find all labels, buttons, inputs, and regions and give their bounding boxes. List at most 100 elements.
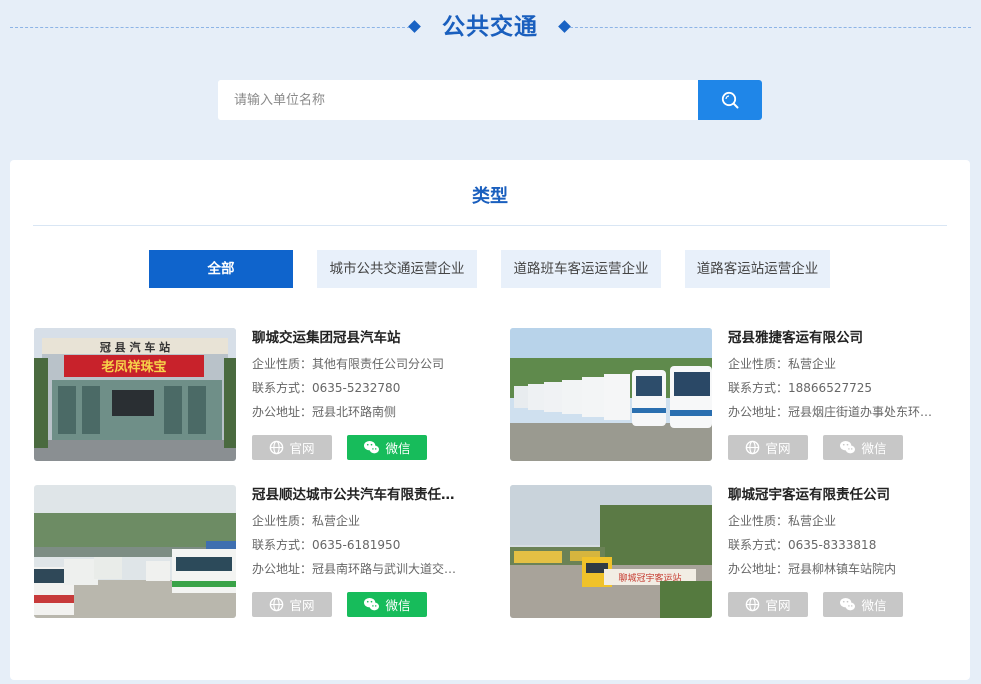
tab-all[interactable]: 全部 xyxy=(149,250,293,288)
company-photo[interactable]: 冠 县 汽 车 站 老凤祥珠宝 xyxy=(34,328,236,461)
wechat-button[interactable]: 微信 xyxy=(823,592,903,617)
company-address: 办公地址：冠县北环路南侧 xyxy=(252,404,468,428)
contact-value: 0635-8333818 xyxy=(788,538,877,552)
company-panel: 类型 全部 城市公共交通运营企业 道路班车客运运营企业 道路客运站运营企业 冠 … xyxy=(10,160,970,680)
company-nature: 企业性质：其他有限责任公司分公司 xyxy=(252,356,468,380)
website-label: 官网 xyxy=(289,441,315,456)
wechat-button[interactable]: 微信 xyxy=(347,435,427,460)
company-address: 办公地址：冠县柳林镇车站院内 xyxy=(728,561,944,585)
company-info: 聊城交运集团冠县汽车站 企业性质：其他有限责任公司分公司 联系方式：0635-5… xyxy=(252,328,474,428)
contact-label: 联系方式： xyxy=(252,538,313,552)
contact-value: 18866527725 xyxy=(788,381,872,395)
contact-value: 0635-5232780 xyxy=(312,381,401,395)
nature-label: 企业性质： xyxy=(728,514,789,528)
card-buttons: 官网 微信 xyxy=(728,592,950,617)
address-label: 办公地址： xyxy=(728,562,789,576)
diamond-icon xyxy=(558,20,571,33)
company-photo[interactable] xyxy=(34,485,236,618)
tab-shuttle-bus-operators[interactable]: 道路班车客运运营企业 xyxy=(501,250,661,288)
search-input[interactable] xyxy=(218,80,698,120)
section-divider xyxy=(33,225,947,226)
card-buttons: 官网 微信 xyxy=(252,435,474,460)
company-nature: 企业性质：私营企业 xyxy=(728,513,944,537)
website-label: 官网 xyxy=(765,598,791,613)
photo-sign-text: 冠 县 汽 车 站 xyxy=(100,340,170,354)
card-buttons: 官网 微信 xyxy=(252,592,474,617)
tab-bus-station-operators[interactable]: 道路客运站运营企业 xyxy=(685,250,830,288)
website-label: 官网 xyxy=(765,441,791,456)
company-card: 冠县顺达城市公共汽车有限责任… 企业性质：私营企业 联系方式：0635-6181… xyxy=(34,485,474,619)
address-value: 冠县北环路南侧 xyxy=(312,405,397,419)
wechat-icon xyxy=(839,440,856,455)
company-card: 聊城冠宇客运站 聊城冠宇客运有限责任公司 企业性质：私营企业 联系方式：0635… xyxy=(510,485,950,619)
nature-value: 私营企业 xyxy=(312,514,361,528)
address-label: 办公地址： xyxy=(252,405,313,419)
nature-label: 企业性质： xyxy=(252,357,313,371)
contact-label: 联系方式： xyxy=(252,381,313,395)
address-value: 冠县烟庄街道办事处东环路… xyxy=(788,405,944,419)
filter-tabs: 全部 城市公共交通运营企业 道路班车客运运营企业 道路客运站运营企业 xyxy=(10,250,970,288)
company-contact: 联系方式：18866527725 xyxy=(728,380,944,404)
globe-icon xyxy=(269,597,284,612)
search-box xyxy=(218,80,762,120)
address-value: 冠县柳林镇车站院内 xyxy=(788,562,897,576)
company-name[interactable]: 聊城冠宇客运有限责任公司 xyxy=(728,485,950,505)
website-button[interactable]: 官网 xyxy=(252,592,332,617)
company-address: 办公地址：冠县烟庄街道办事处东环路… xyxy=(728,404,944,428)
company-info: 冠县顺达城市公共汽车有限责任… 企业性质：私营企业 联系方式：0635-6181… xyxy=(252,485,474,585)
contact-value: 0635-6181950 xyxy=(312,538,401,552)
company-info: 聊城冠宇客运有限责任公司 企业性质：私营企业 联系方式：0635-8333818… xyxy=(728,485,950,585)
search-button[interactable] xyxy=(698,80,762,120)
search-icon xyxy=(721,91,739,109)
address-value: 冠县南环路与武训大道交叉… xyxy=(312,562,468,576)
company-contact: 联系方式：0635-8333818 xyxy=(728,537,944,561)
panel-bottom-edge xyxy=(10,680,970,684)
company-name[interactable]: 冠县雅捷客运有限公司 xyxy=(728,328,950,348)
company-photo[interactable] xyxy=(510,328,712,461)
website-label: 官网 xyxy=(289,598,315,613)
wechat-button[interactable]: 微信 xyxy=(823,435,903,460)
company-name[interactable]: 聊城交运集团冠县汽车站 xyxy=(252,328,474,348)
nature-label: 企业性质： xyxy=(728,357,789,371)
page-title: 公共交通 xyxy=(442,14,538,40)
company-name[interactable]: 冠县顺达城市公共汽车有限责任… xyxy=(252,485,474,505)
photo-banner-text: 老凤祥珠宝 xyxy=(100,359,166,375)
nature-label: 企业性质： xyxy=(252,514,313,528)
company-address: 办公地址：冠县南环路与武训大道交叉… xyxy=(252,561,468,585)
address-label: 办公地址： xyxy=(252,562,313,576)
company-photo[interactable]: 聊城冠宇客运站 xyxy=(510,485,712,618)
header-dashed-line-right xyxy=(570,27,971,28)
wechat-label: 微信 xyxy=(861,441,887,456)
globe-icon xyxy=(745,597,760,612)
wechat-icon xyxy=(363,597,380,612)
wechat-button[interactable]: 微信 xyxy=(347,592,427,617)
nature-value: 私营企业 xyxy=(788,357,837,371)
section-title: 类型 xyxy=(472,186,508,207)
card-buttons: 官网 微信 xyxy=(728,435,950,460)
address-label: 办公地址： xyxy=(728,405,789,419)
globe-icon xyxy=(269,440,284,455)
page-header: 公共交通 xyxy=(0,0,981,56)
nature-value: 其他有限责任公司分公司 xyxy=(312,357,445,371)
tab-city-bus-operators[interactable]: 城市公共交通运营企业 xyxy=(317,250,477,288)
wechat-label: 微信 xyxy=(385,441,411,456)
contact-label: 联系方式： xyxy=(728,538,789,552)
header-dashed-line-left xyxy=(10,27,410,28)
company-card: 冠 县 汽 车 站 老凤祥珠宝 聊城交运集团冠县汽车站 企业性质：其他有限责任公… xyxy=(34,328,474,462)
nature-value: 私营企业 xyxy=(788,514,837,528)
company-contact: 联系方式：0635-6181950 xyxy=(252,537,468,561)
globe-icon xyxy=(745,440,760,455)
contact-label: 联系方式： xyxy=(728,381,789,395)
website-button[interactable]: 官网 xyxy=(728,592,808,617)
wechat-label: 微信 xyxy=(385,598,411,613)
wechat-icon xyxy=(363,440,380,455)
company-nature: 企业性质：私营企业 xyxy=(728,356,944,380)
website-button[interactable]: 官网 xyxy=(252,435,332,460)
company-nature: 企业性质：私营企业 xyxy=(252,513,468,537)
wechat-label: 微信 xyxy=(861,598,887,613)
wechat-icon xyxy=(839,597,856,612)
company-contact: 联系方式：0635-5232780 xyxy=(252,380,468,404)
diamond-icon xyxy=(408,20,421,33)
website-button[interactable]: 官网 xyxy=(728,435,808,460)
company-info: 冠县雅捷客运有限公司 企业性质：私营企业 联系方式：18866527725 办公… xyxy=(728,328,950,428)
